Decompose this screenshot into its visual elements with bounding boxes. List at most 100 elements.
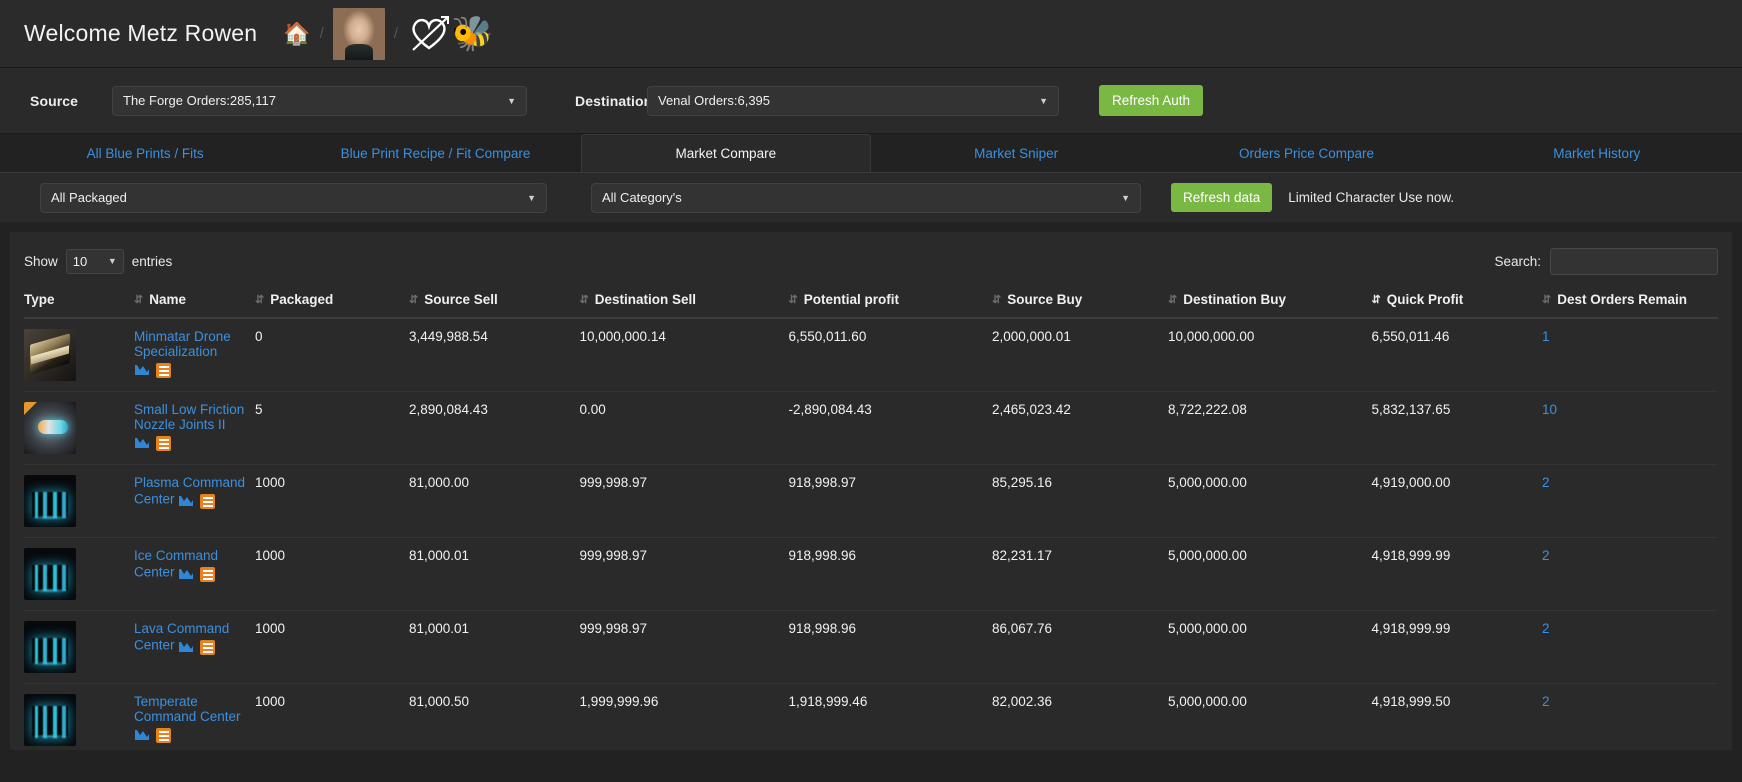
column-label-type: Type [24,292,55,307]
refresh-auth-button[interactable]: Refresh Auth [1099,85,1204,116]
cell-packaged: 1000 [255,464,409,538]
column-header-potential-profit[interactable]: ⇵ Potential profit [788,282,992,319]
cell-type [24,318,134,392]
cell-potential-profit: 918,998.96 [788,537,992,611]
column-header-packaged[interactable]: ⇵ Packaged [255,282,409,319]
cell-quick-profit: 4,918,999.50 [1371,683,1542,750]
column-header-destination-sell[interactable]: ⇵ Destination Sell [579,282,789,319]
column-header-type[interactable]: Type [24,282,134,319]
dest-orders-remain-link[interactable]: 2 [1542,475,1550,490]
column-header-source-buy[interactable]: ⇵ Source Buy [992,282,1168,319]
column-header-source-sell[interactable]: ⇵ Source Sell [409,282,580,319]
tab-all-blue-prints-fits[interactable]: All Blue Prints / Fits [0,134,290,172]
market-chart-icon[interactable] [178,493,194,510]
market-chart-icon[interactable] [134,362,150,379]
cell-name: Ice Command Center [134,537,255,611]
dest-orders-remain-link[interactable]: 1 [1542,329,1550,344]
entries-per-page-select[interactable]: 10 ▼ [65,248,124,274]
cell-destination-buy: 5,000,000.00 [1168,537,1372,611]
orders-list-icon[interactable] [156,728,171,743]
row-action-icons [178,566,216,583]
tab-orders-price-compare[interactable]: Orders Price Compare [1161,134,1451,172]
source-destination-bar: Source The Forge Orders:285,117 ▼ Destin… [0,68,1742,134]
cell-name: Small Low Friction Nozzle Joints II [134,391,255,465]
bee-icon[interactable]: 🐝 [451,17,493,51]
column-header-quick-profit[interactable]: ⇵ Quick Profit [1371,282,1542,319]
chevron-down-icon: ▼ [107,256,117,266]
row-action-icons [134,435,171,452]
welcome-title: Welcome Metz Rowen [24,20,258,46]
chevron-down-icon: ▼ [1039,95,1048,106]
column-header-name[interactable]: ⇵ Name [134,282,255,319]
tab-market-history[interactable]: Market History [1452,134,1742,172]
column-header-dest-orders-remain[interactable]: ⇵ Dest Orders Remain [1542,282,1718,319]
dest-orders-remain-link[interactable]: 2 [1542,621,1550,636]
item-name-link[interactable]: Small Low Friction Nozzle Joints II [134,402,244,432]
cell-source-buy: 82,002.36 [992,683,1168,750]
packaged-filter-select[interactable]: All Packaged ▼ [40,182,547,213]
cell-destination-sell: 999,998.97 [579,464,789,538]
cell-potential-profit: 918,998.97 [788,464,992,538]
command-center-icon [24,475,76,527]
entries-per-page-value: 10 [72,253,88,269]
nav-separator-2: / [393,25,399,42]
cell-type [24,683,134,750]
cell-source-buy: 82,231.17 [992,537,1168,611]
orders-list-icon[interactable] [156,363,171,378]
cell-quick-profit: 6,550,011.46 [1371,318,1542,392]
table-row: Minmatar Drone Specialization 0 3,449,98… [24,318,1718,392]
cell-potential-profit: 918,998.96 [788,610,992,684]
cell-potential-profit: -2,890,084.43 [788,391,992,465]
dest-orders-remain-link[interactable]: 2 [1542,548,1550,563]
market-chart-icon[interactable] [134,727,150,744]
sort-icon-source-buy: ⇵ [992,294,1001,306]
orders-list-icon[interactable] [156,436,171,451]
refresh-data-button[interactable]: Refresh data [1171,183,1273,212]
tab-market-compare[interactable]: Market Compare [580,134,871,172]
market-chart-icon[interactable] [178,566,194,583]
cell-source-sell: 81,000.50 [409,683,580,750]
table-row: Ice Command Center 1000 81,000.01 999,99… [24,537,1718,611]
item-name-link[interactable]: Temperate Command Center [134,694,241,724]
column-label-name: Name [149,292,186,307]
market-chart-icon[interactable] [178,639,194,656]
chevron-down-icon: ▼ [507,95,516,106]
column-header-destination-buy[interactable]: ⇵ Destination Buy [1168,282,1372,319]
cell-destination-buy: 5,000,000.00 [1168,683,1372,750]
category-filter-select[interactable]: All Category's ▼ [591,182,1141,213]
search-input[interactable] [1550,247,1718,275]
dest-orders-remain-link[interactable]: 10 [1542,402,1557,417]
cell-dest-orders-remain: 1 [1542,318,1718,392]
cell-packaged: 1000 [255,610,409,684]
table-header-row: Type ⇵ Name ⇵ Packaged ⇵ Source Sell ⇵ Desti… [24,282,1718,319]
cell-packaged: 5 [255,391,409,465]
cell-source-buy: 2,000,000.01 [992,318,1168,392]
cell-packaged: 1000 [255,683,409,750]
cell-quick-profit: 5,832,137.65 [1371,391,1542,465]
avatar[interactable] [332,7,385,60]
tab-market-sniper[interactable]: Market Sniper [871,134,1161,172]
cell-source-sell: 81,000.01 [409,610,580,684]
dest-orders-remain-link[interactable]: 2 [1542,694,1550,709]
table-row: Lava Command Center 1000 81,000.01 999,9… [24,610,1718,684]
sort-icon-dest-orders-remain: ⇵ [1542,294,1551,306]
cell-quick-profit: 4,918,999.99 [1371,537,1542,611]
heart-arrow-icon[interactable] [407,14,451,54]
market-chart-icon[interactable] [134,435,150,452]
column-label-source-sell: Source Sell [424,292,498,307]
sort-icon-quick-profit: ⇵ [1371,294,1381,306]
orders-list-icon[interactable] [200,640,216,655]
command-center-icon [24,548,76,600]
show-entries-control: Show 10 ▼ entries [24,248,172,274]
home-icon[interactable]: 🏠 [283,22,310,45]
orders-list-icon[interactable] [200,494,216,509]
cell-dest-orders-remain: 2 [1542,464,1718,538]
cell-quick-profit: 4,919,000.00 [1371,464,1542,538]
cell-dest-orders-remain: 2 [1542,537,1718,611]
item-name-link[interactable]: Minmatar Drone Specialization [134,329,231,359]
source-select[interactable]: The Forge Orders:285,117 ▼ [112,85,527,116]
tab-blue-print-recipe-fit-compare[interactable]: Blue Print Recipe / Fit Compare [290,134,580,172]
destination-select[interactable]: Venal Orders:6,395 ▼ [647,85,1059,116]
table-row: Plasma Command Center 1000 81,000.00 999… [24,464,1718,538]
orders-list-icon[interactable] [200,567,216,582]
